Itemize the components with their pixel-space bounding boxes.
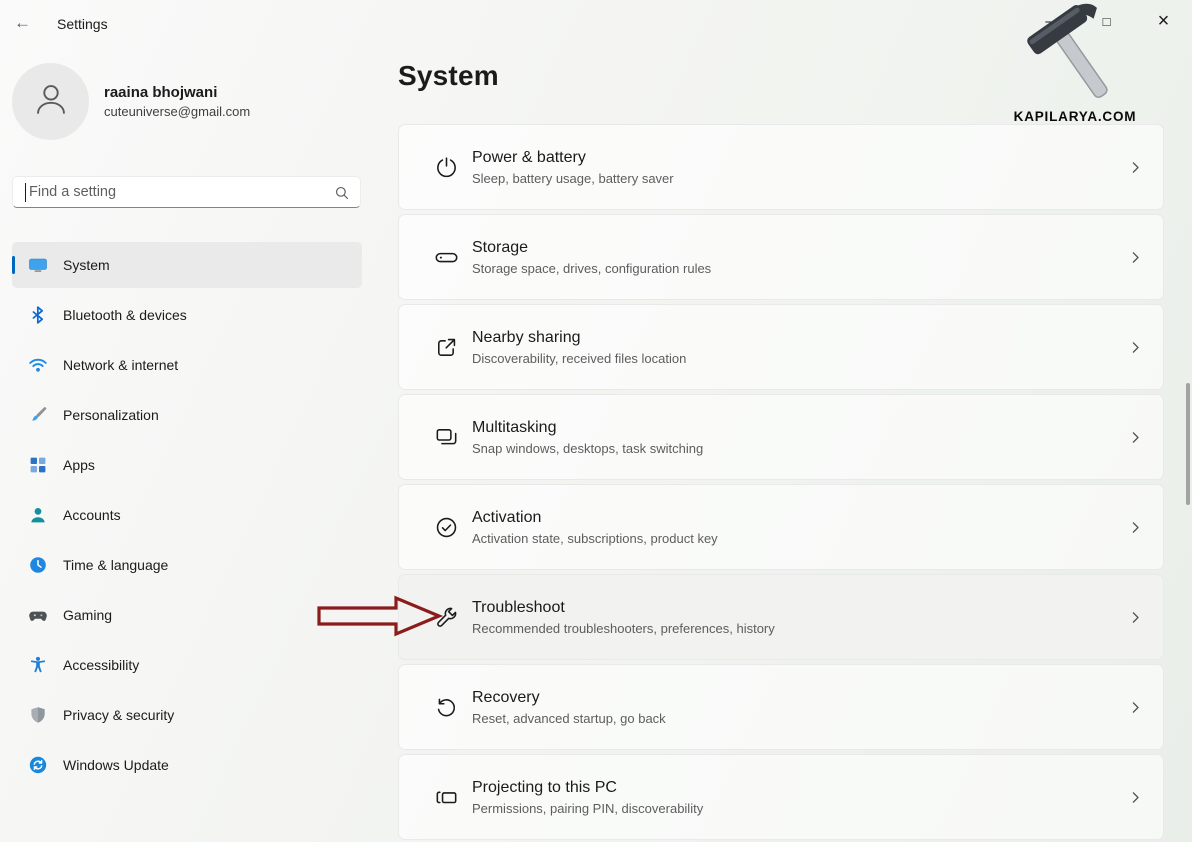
settings-card-multitasking[interactable]: Multitasking Snap windows, desktops, task… bbox=[398, 394, 1164, 480]
network-icon bbox=[28, 355, 48, 375]
recovery-icon bbox=[433, 695, 459, 720]
settings-card-list: Power & battery Sleep, battery usage, bat… bbox=[398, 124, 1164, 840]
activation-icon bbox=[433, 515, 459, 540]
chevron-right-icon bbox=[1128, 610, 1143, 625]
user-name: raaina bhojwani bbox=[104, 84, 250, 101]
gaming-icon bbox=[28, 605, 48, 625]
chevron-right-icon bbox=[1128, 250, 1143, 265]
user-email: cuteuniverse@gmail.com bbox=[104, 104, 250, 119]
page-title: System bbox=[398, 56, 1164, 96]
sidebar-item-bluetooth-devices[interactable]: Bluetooth & devices bbox=[12, 292, 362, 338]
text-caret bbox=[25, 183, 26, 202]
sidebar-item-label: Accessibility bbox=[63, 657, 139, 673]
selected-accent-bar bbox=[12, 256, 15, 274]
system-icon bbox=[28, 255, 48, 275]
card-title: Nearby sharing bbox=[472, 329, 686, 347]
app-title: Settings bbox=[57, 16, 108, 32]
personalization-icon bbox=[28, 405, 48, 425]
card-subtitle: Discoverability, received files location bbox=[472, 351, 686, 366]
multitasking-icon bbox=[433, 425, 459, 450]
apps-icon bbox=[28, 455, 48, 475]
sidebar-item-windows-update[interactable]: Windows Update bbox=[12, 742, 362, 788]
sidebar-item-accessibility[interactable]: Accessibility bbox=[12, 642, 362, 688]
settings-card-projecting-to-this-pc[interactable]: Projecting to this PC Permissions, pairin… bbox=[398, 754, 1164, 840]
sidebar-item-accounts[interactable]: Accounts bbox=[12, 492, 362, 538]
time-icon bbox=[28, 555, 48, 575]
settings-card-recovery[interactable]: Recovery Reset, advanced startup, go back bbox=[398, 664, 1164, 750]
sidebar-item-time-language[interactable]: Time & language bbox=[12, 542, 362, 588]
sidebar-item-system[interactable]: System bbox=[12, 242, 362, 288]
chevron-right-icon bbox=[1128, 790, 1143, 805]
settings-card-troubleshoot[interactable]: Troubleshoot Recommended troubleshooters,… bbox=[398, 574, 1164, 660]
sidebar-item-gaming[interactable]: Gaming bbox=[12, 592, 362, 638]
sidebar-item-label: Apps bbox=[63, 457, 95, 473]
sidebar-item-label: Time & language bbox=[63, 557, 168, 573]
power-icon bbox=[433, 155, 459, 180]
accounts-icon bbox=[28, 505, 48, 525]
sidebar-item-privacy-security[interactable]: Privacy & security bbox=[12, 692, 362, 738]
sidebar-item-label: Personalization bbox=[63, 407, 159, 423]
card-subtitle: Reset, advanced startup, go back bbox=[472, 711, 666, 726]
person-icon bbox=[28, 76, 74, 127]
search-input[interactable] bbox=[29, 178, 329, 206]
card-title: Troubleshoot bbox=[472, 599, 775, 617]
card-subtitle: Snap windows, desktops, task switching bbox=[472, 441, 703, 456]
avatar bbox=[12, 63, 89, 140]
card-title: Multitasking bbox=[472, 419, 703, 437]
chevron-right-icon bbox=[1128, 430, 1143, 445]
privacy-icon bbox=[28, 705, 48, 725]
storage-icon bbox=[433, 245, 459, 270]
projecting-icon bbox=[433, 785, 459, 810]
settings-window: ← Settings – □ × KAPILARYA.COM bbox=[0, 0, 1192, 842]
nearby-sharing-icon bbox=[433, 335, 459, 360]
card-title: Activation bbox=[472, 509, 718, 527]
card-title: Recovery bbox=[472, 689, 666, 707]
card-subtitle: Activation state, subscriptions, product… bbox=[472, 531, 718, 546]
windows-update-icon bbox=[28, 755, 48, 775]
settings-card-storage[interactable]: Storage Storage space, drives, configurat… bbox=[398, 214, 1164, 300]
chevron-right-icon bbox=[1128, 520, 1143, 535]
card-subtitle: Permissions, pairing PIN, discoverabilit… bbox=[472, 801, 703, 816]
chevron-right-icon bbox=[1128, 700, 1143, 715]
search-box[interactable] bbox=[12, 176, 361, 208]
settings-card-power-battery[interactable]: Power & battery Sleep, battery usage, bat… bbox=[398, 124, 1164, 210]
sidebar-nav: System Bluetooth & devices Network & inter… bbox=[12, 242, 362, 792]
settings-card-nearby-sharing[interactable]: Nearby sharing Discoverability, received … bbox=[398, 304, 1164, 390]
card-title: Power & battery bbox=[472, 149, 674, 167]
bluetooth-icon bbox=[28, 305, 48, 325]
sidebar-item-network-internet[interactable]: Network & internet bbox=[12, 342, 362, 388]
annotation-arrow bbox=[316, 595, 444, 637]
sidebar-item-label: Accounts bbox=[63, 507, 121, 523]
user-profile[interactable]: raaina bhojwani cuteuniverse@gmail.com bbox=[12, 63, 250, 140]
card-title: Storage bbox=[472, 239, 711, 257]
back-button[interactable]: ← bbox=[14, 13, 31, 33]
sidebar-item-apps[interactable]: Apps bbox=[12, 442, 362, 488]
scrollbar-thumb[interactable] bbox=[1186, 383, 1190, 505]
sidebar-item-label: Gaming bbox=[63, 607, 112, 623]
sidebar-item-label: Windows Update bbox=[63, 757, 169, 773]
search-icon bbox=[334, 185, 350, 201]
card-subtitle: Storage space, drives, configuration rul… bbox=[472, 261, 711, 276]
card-subtitle: Sleep, battery usage, battery saver bbox=[472, 171, 674, 186]
card-subtitle: Recommended troubleshooters, preferences… bbox=[472, 621, 775, 636]
settings-card-activation[interactable]: Activation Activation state, subscription… bbox=[398, 484, 1164, 570]
sidebar-item-label: Privacy & security bbox=[63, 707, 174, 723]
accessibility-icon bbox=[28, 655, 48, 675]
sidebar-item-label: Network & internet bbox=[63, 357, 178, 373]
card-title: Projecting to this PC bbox=[472, 779, 703, 797]
chevron-right-icon bbox=[1128, 340, 1143, 355]
sidebar-item-label: Bluetooth & devices bbox=[63, 307, 187, 323]
main-content: System Power & battery Sleep, battery usa… bbox=[398, 56, 1164, 842]
sidebar-item-personalization[interactable]: Personalization bbox=[12, 392, 362, 438]
chevron-right-icon bbox=[1128, 160, 1143, 175]
sidebar-item-label: System bbox=[63, 257, 110, 273]
